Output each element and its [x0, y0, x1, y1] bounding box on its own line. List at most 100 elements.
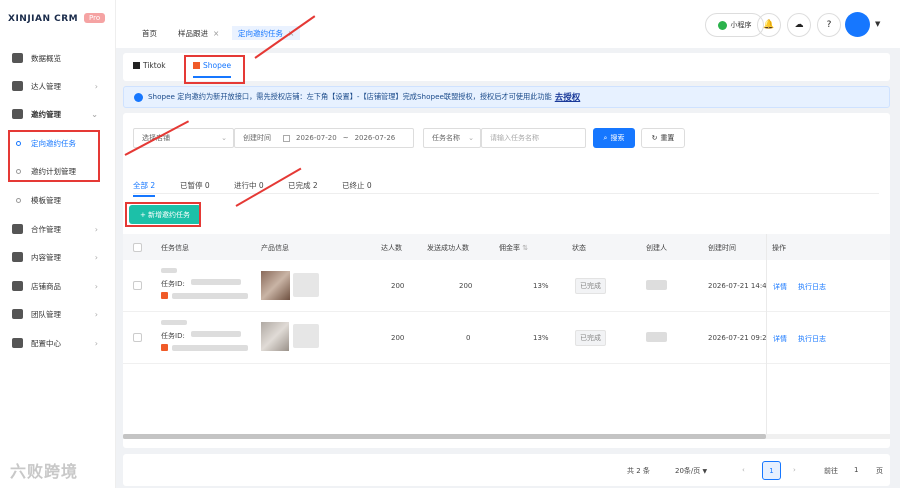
- search-icon: ⌕: [603, 133, 608, 142]
- fixed-column-divider: [766, 234, 767, 434]
- commission-rate: 13%: [533, 334, 549, 342]
- cooperation-icon: [12, 224, 23, 234]
- watermark: 六败跨境: [10, 462, 79, 481]
- annotation-box-sidebar: [8, 130, 100, 182]
- notification-bell-icon[interactable]: 🔔: [757, 13, 781, 37]
- date-range-picker[interactable]: 创建时间 2026-07-20 ~ 2026-07-26: [234, 128, 414, 148]
- search-button[interactable]: ⌕ 搜索: [593, 128, 635, 148]
- reset-label: 重置: [660, 134, 675, 142]
- sidebar-item-dashboard[interactable]: 数据概览: [0, 44, 116, 72]
- sidebar-item-invitations[interactable]: 邀约管理 ⌄: [0, 100, 116, 128]
- sidebar-item-config[interactable]: 配置中心 ›: [0, 329, 116, 357]
- table-header: 任务信息 产品信息 达人数 发送成功人数 佣金率 ⇅ 状态 创建人 创建时间 操…: [123, 234, 890, 260]
- mini-program-button[interactable]: 小程序: [705, 13, 764, 37]
- caret-down-icon[interactable]: ▼: [875, 20, 880, 28]
- sidebar-item-store-products[interactable]: 店铺商品 ›: [0, 272, 116, 300]
- close-icon[interactable]: ×: [213, 29, 219, 38]
- sidebar-item-label: 内容管理: [31, 252, 61, 262]
- tab-sample-followup[interactable]: 样品跟进 ×: [178, 28, 219, 42]
- calendar-icon: [283, 134, 290, 142]
- column-header: 达人数: [381, 244, 402, 252]
- sidebar-item-creators[interactable]: 达人管理 ›: [0, 72, 116, 100]
- commission-header[interactable]: 佣金率 ⇅: [499, 243, 528, 253]
- prev-page-button[interactable]: ‹: [742, 466, 745, 474]
- cloud-download-icon[interactable]: ☁: [787, 13, 811, 37]
- platform-label: Tiktok: [143, 61, 166, 70]
- authorize-link[interactable]: 去授权: [555, 91, 581, 103]
- status-badge: 已完成: [575, 278, 606, 294]
- sidebar-item-content[interactable]: 内容管理 ›: [0, 243, 116, 271]
- chevron-down-icon: ⌄: [468, 134, 474, 142]
- column-header: 产品信息: [261, 244, 289, 252]
- sidebar-item-label: 达人管理: [31, 81, 61, 91]
- scrollbar-thumb[interactable]: [123, 434, 766, 439]
- sidebar-item-label: 团队管理: [31, 309, 61, 319]
- chevron-right-icon: ›: [94, 224, 98, 234]
- chevron-right-icon: ›: [94, 252, 98, 262]
- table-row: 任务ID: 200 200 13% 已完成 2026-07-21 14:4 详情…: [123, 260, 890, 312]
- tab-home[interactable]: 首页: [142, 28, 157, 42]
- info-icon: [134, 92, 143, 102]
- reset-button[interactable]: ↻ 重置: [641, 128, 685, 148]
- status-tab-completed[interactable]: 已完成 2: [288, 180, 318, 191]
- bullet-icon: [16, 197, 21, 203]
- status-tab-paused[interactable]: 已暂停 0: [180, 180, 210, 191]
- store-select[interactable]: 选择店铺⌄: [133, 128, 234, 148]
- page-size-select[interactable]: 20条/页 ▼: [675, 466, 707, 476]
- sidebar-item-team[interactable]: 团队管理 ›: [0, 300, 116, 328]
- tiktok-icon: [133, 62, 140, 69]
- field-select[interactable]: 任务名称 ⌄: [423, 128, 481, 148]
- task-name-placeholder: 请输入任务名称: [490, 134, 539, 142]
- platform-tab-tiktok[interactable]: Tiktok: [133, 61, 166, 70]
- tab-label: 首页: [142, 29, 157, 38]
- row-checkbox[interactable]: [133, 281, 142, 290]
- tab-label: 定向邀约任务: [238, 29, 283, 38]
- shopee-icon: [161, 292, 168, 299]
- refresh-icon: ↻: [651, 134, 658, 142]
- product-image[interactable]: [261, 271, 290, 300]
- team-icon: [12, 309, 23, 319]
- sidebar-item-cooperation[interactable]: 合作管理 ›: [0, 215, 116, 243]
- help-icon[interactable]: ?: [817, 13, 841, 37]
- row-checkbox[interactable]: [133, 333, 142, 342]
- goto-page-input[interactable]: 1: [854, 466, 858, 474]
- details-link[interactable]: 详情: [773, 282, 787, 292]
- goto-label: 前往: [824, 467, 838, 475]
- store-name-redacted: [172, 345, 248, 351]
- status-tab-running[interactable]: 进行中 0: [234, 180, 264, 191]
- creator-name-redacted: [646, 332, 667, 342]
- details-link[interactable]: 详情: [773, 334, 787, 344]
- main-panel: 选择店铺⌄ 创建时间 2026-07-20 ~ 2026-07-26 任务名称 ⌄…: [123, 113, 890, 448]
- config-icon: [12, 338, 23, 348]
- task-name-input[interactable]: 请输入任务名称: [481, 128, 586, 148]
- pagination: 共 2 条 20条/页 ▼ ‹ 1 › 前往 1 页: [123, 454, 890, 486]
- product-info-redacted: [293, 273, 319, 297]
- execution-log-link[interactable]: 执行日志: [798, 334, 826, 344]
- avatar[interactable]: [845, 12, 870, 37]
- status-tab-terminated[interactable]: 已终止 0: [342, 180, 372, 191]
- column-header: 发送成功人数: [427, 244, 469, 252]
- info-notice: Shopee 定向邀约为新开放接口，需先授权店铺：左下角【设置】-【店铺管理】完…: [123, 86, 890, 108]
- horizontal-scrollbar[interactable]: [123, 434, 890, 439]
- date-separator: ~: [342, 134, 349, 142]
- created-time: 2026-07-21 09:2: [708, 334, 767, 342]
- status-tab-all[interactable]: 全部 2: [133, 180, 156, 197]
- chevron-down-icon: ⌄: [221, 134, 227, 142]
- creators-icon: [12, 81, 23, 91]
- sent-count: 200: [459, 282, 473, 290]
- task-name-redacted: [161, 320, 187, 325]
- column-header: 创建人: [646, 244, 667, 252]
- chevron-right-icon: ›: [94, 81, 98, 91]
- next-page-button[interactable]: ›: [793, 466, 796, 474]
- sent-count: 0: [466, 334, 471, 342]
- store-name-redacted: [172, 293, 248, 299]
- product-image[interactable]: [261, 322, 289, 351]
- current-page[interactable]: 1: [762, 461, 781, 480]
- sidebar-item-templates[interactable]: 模板管理: [0, 186, 116, 214]
- topbar: 首页 样品跟进 × 定向邀约任务 × 小程序 🔔 ☁ ? ▼: [116, 0, 900, 48]
- execution-log-link[interactable]: 执行日志: [798, 282, 826, 292]
- chevron-right-icon: ›: [94, 338, 98, 348]
- task-id-redacted: [191, 279, 241, 285]
- notice-text: Shopee 定向邀约为新开放接口，需先授权店铺：左下角【设置】-【店铺管理】完…: [148, 92, 552, 101]
- select-all-checkbox[interactable]: [133, 243, 142, 252]
